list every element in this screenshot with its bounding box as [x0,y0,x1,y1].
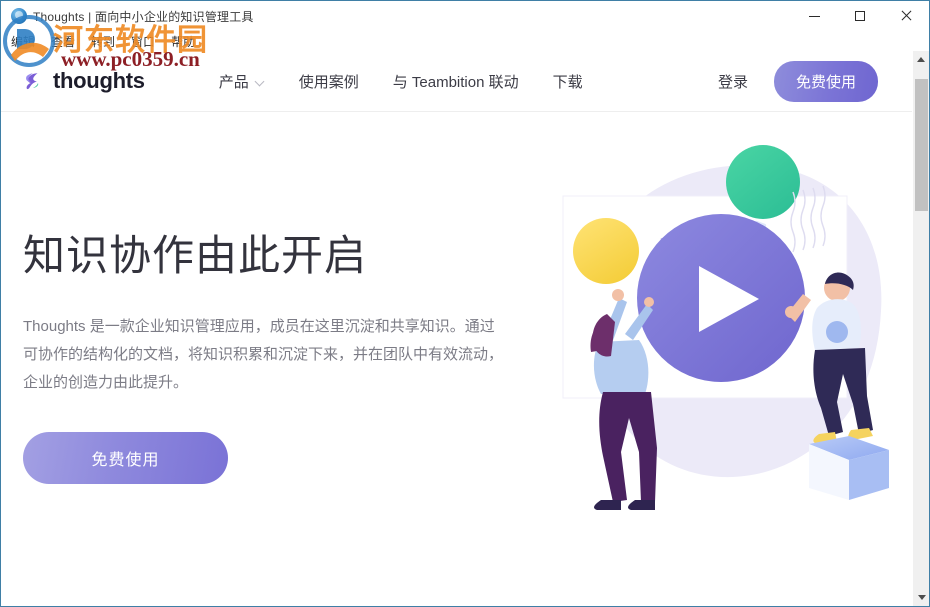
page-title: 知识协作由此开启 [23,233,521,279]
nav-link-use-cases[interactable]: 使用案例 [299,71,359,92]
hero-free-trial-button[interactable]: 免费使用 [23,432,228,484]
nav-link-products[interactable]: 产品 [219,71,265,92]
knowledge-collaboration-illustration: H1 [541,136,912,576]
nav-links: 产品 使用案例 与 Teambition 联动 下载 [219,71,583,92]
scroll-up-icon [917,57,925,62]
vertical-scrollbar[interactable] [912,51,929,606]
yellow-sphere [573,218,639,284]
close-button[interactable] [883,1,929,31]
scroll-down-button[interactable] [913,589,929,606]
menu-item-window[interactable]: 窗口 [131,33,155,50]
menu-item-view[interactable]: 查看 [51,33,75,50]
site-navigation-bar: thoughts 产品 使用案例 与 Teambition 联动 下载 登录 免… [1,51,912,112]
brand-name: thoughts [53,68,145,94]
application-window: Thoughts | 面向中小企业的知识管理工具 编辑 查看 转到 窗口 帮助 [0,0,930,607]
minimize-icon [809,16,820,17]
hero-section: 知识协作由此开启 Thoughts 是一款企业知识管理应用，成员在这里沉淀和共享… [1,112,912,606]
window-controls [791,1,929,31]
web-page: thoughts 产品 使用案例 与 Teambition 联动 下载 登录 免… [1,51,912,606]
nav-free-trial-button[interactable]: 免费使用 [774,61,878,102]
scroll-up-button[interactable] [913,51,929,68]
nav-actions: 登录 免费使用 [718,61,878,102]
chevron-down-icon [256,77,265,86]
menu-item-goto[interactable]: 转到 [91,33,115,50]
play-icon [637,214,805,382]
blue-cube [809,436,889,500]
maximize-icon [855,11,865,21]
app-globe-icon [11,8,27,24]
close-icon [900,10,912,22]
menu-item-edit[interactable]: 编辑 [11,33,35,50]
scroll-thumb[interactable] [915,79,928,211]
minimize-button[interactable] [791,1,837,31]
maximize-button[interactable] [837,1,883,31]
title-bar: Thoughts | 面向中小企业的知识管理工具 [1,1,929,31]
green-sphere [726,145,800,219]
nav-link-download[interactable]: 下载 [553,71,583,92]
scroll-down-icon [918,595,926,600]
nav-link-teambition[interactable]: 与 Teambition 联动 [393,71,519,92]
login-link[interactable]: 登录 [718,71,748,92]
brand-logo[interactable]: thoughts [21,68,145,94]
menu-item-help[interactable]: 帮助 [171,33,195,50]
hero-copy: 知识协作由此开启 Thoughts 是一款企业知识管理应用，成员在这里沉淀和共享… [1,112,521,484]
thoughts-swoosh-logo [21,70,43,92]
nav-link-products-label: 产品 [219,71,249,92]
browser-viewport: thoughts 产品 使用案例 与 Teambition 联动 下载 登录 免… [1,51,929,606]
window-title: Thoughts | 面向中小企业的知识管理工具 [33,8,254,25]
hero-description: Thoughts 是一款企业知识管理应用，成员在这里沉淀和共享知识。通过可协作的… [23,313,509,396]
menu-bar: 编辑 查看 转到 窗口 帮助 [1,31,929,51]
